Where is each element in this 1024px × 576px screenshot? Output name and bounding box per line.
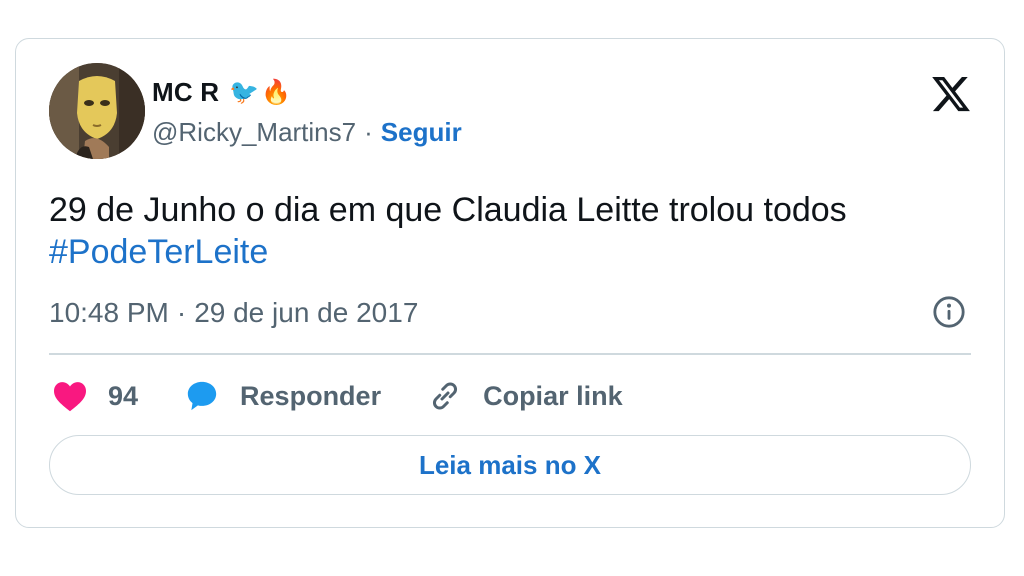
info-icon[interactable] [932, 295, 966, 329]
meta-separator: · [176, 297, 187, 328]
x-logo-icon[interactable] [930, 73, 972, 115]
hashtag-link[interactable]: #PodeTerLeite [49, 233, 268, 271]
author-name-row: MC R 🐦🔥 [152, 75, 293, 109]
likes-count: 94 [108, 380, 139, 411]
copy-link-label: Copiar link [483, 380, 623, 411]
heart-icon [54, 382, 86, 412]
avatar[interactable] [49, 63, 145, 159]
action-bar: 94 Responder Copiar link [52, 375, 669, 417]
tweet-time[interactable]: 10:48 PM [49, 297, 169, 329]
fire-emoji-icon: 🔥 [261, 78, 292, 106]
reply-button[interactable]: Responder [184, 379, 381, 413]
like-button[interactable]: 94 [52, 380, 138, 412]
speech-bubble-icon [187, 381, 217, 411]
author-handle[interactable]: @Ricky_Martins7 [152, 117, 356, 148]
reply-label: Responder [240, 380, 382, 411]
divider [49, 353, 971, 355]
read-more-button[interactable]: Leia mais no X [49, 435, 971, 495]
author-emojis: 🐦🔥 [229, 80, 293, 104]
link-icon [433, 382, 458, 410]
tweet-card: MC R 🐦🔥 @Ricky_Martins7 · Seguir 29 de J… [15, 38, 1005, 528]
bird-emoji-icon: 🐦 [229, 78, 260, 106]
tweet-meta: 10:48 PM · 29 de jun de 2017 [49, 297, 418, 329]
tweet-date[interactable]: 29 de jun de 2017 [194, 297, 418, 329]
read-more-label: Leia mais no X [418, 449, 602, 480]
tweet-text: 29 de Junho o dia em que Claudia Leitte … [49, 189, 979, 273]
copy-link-button[interactable]: Copiar link [427, 378, 623, 414]
handle-separator: · [364, 117, 373, 147]
author-name[interactable]: MC R [152, 77, 219, 108]
follow-button[interactable]: Seguir [381, 117, 462, 148]
author-handle-row: @Ricky_Martins7 · Seguir [152, 117, 462, 148]
tweet-body: 29 de Junho o dia em que Claudia Leitte … [49, 191, 847, 229]
